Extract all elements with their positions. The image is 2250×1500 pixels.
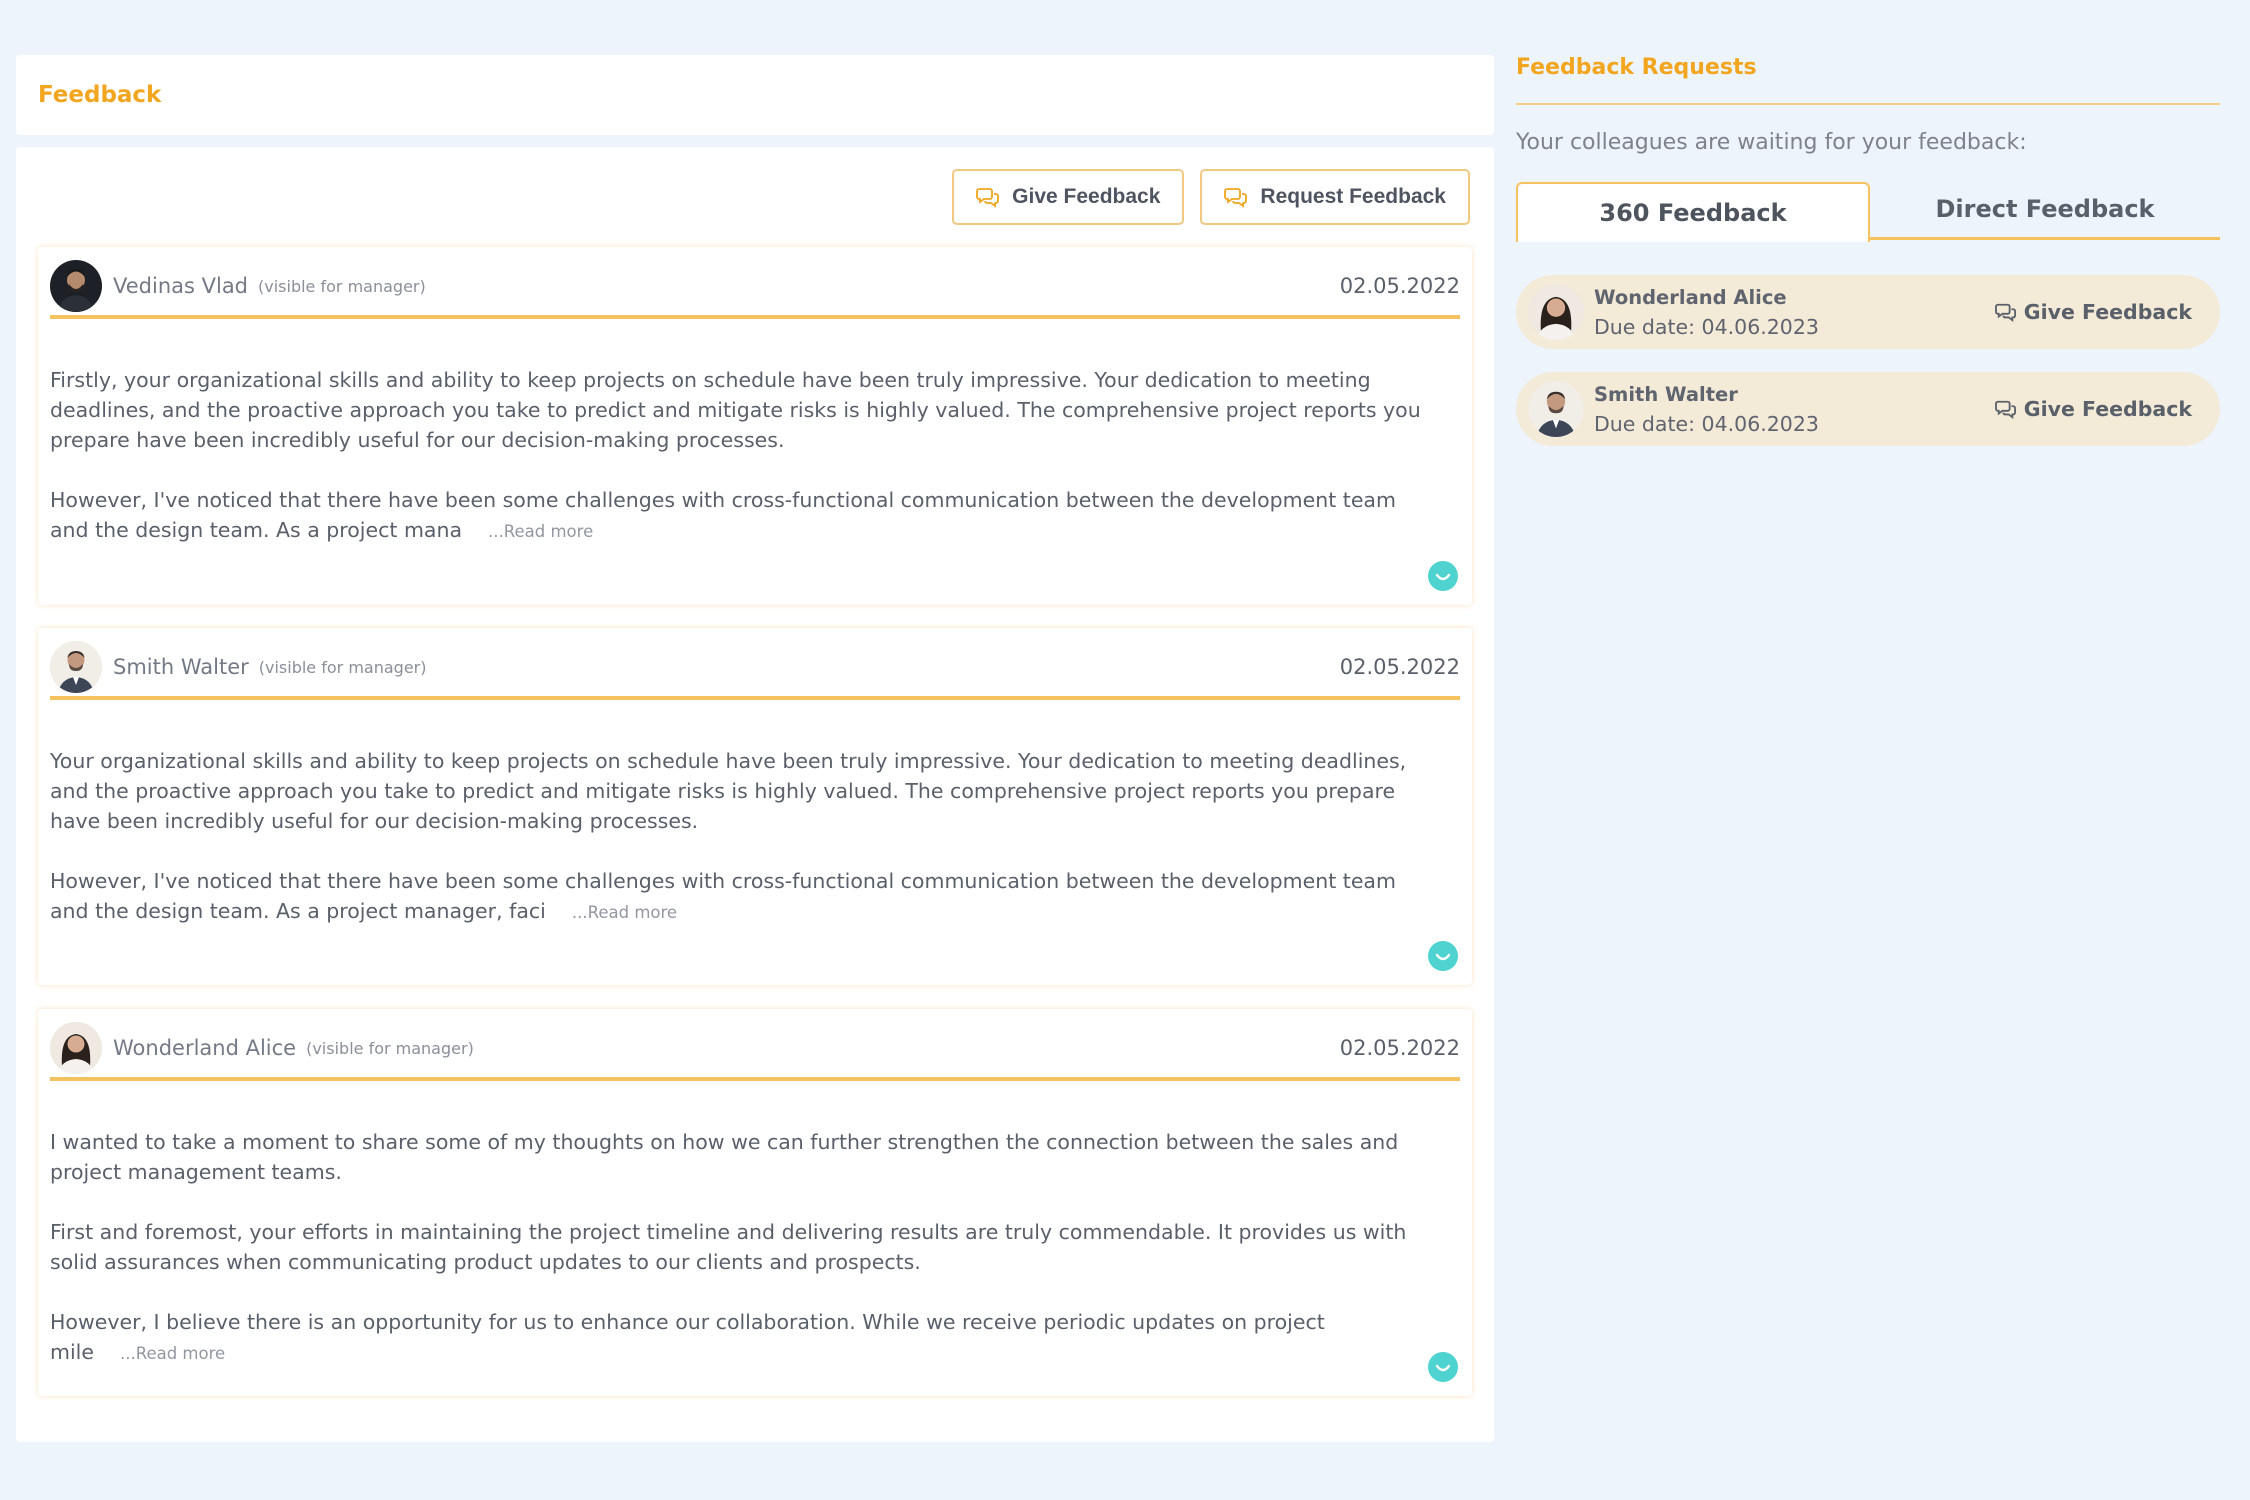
give-feedback-label: Give Feedback [2023, 300, 2192, 324]
feedback-paragraph-text: However, I believe there is an opportuni… [50, 1310, 1325, 1364]
feedback-paragraph-text: However, I've noticed that there have be… [50, 869, 1396, 923]
feedback-paragraph: Your organizational skills and ability t… [50, 749, 1407, 833]
request-name: Wonderland Alice [1594, 285, 1787, 309]
request-due-date: Due date: 04.06.2023 [1594, 411, 1819, 436]
visibility-note: (visible for manager) [258, 276, 426, 296]
chat-bubbles-icon [1224, 188, 1248, 208]
tab-direct-feedback[interactable]: Direct Feedback [1870, 180, 2220, 240]
avatar [1528, 284, 1584, 340]
feedback-paragraph: However, I believe there is an opportuni… [50, 1307, 1432, 1369]
feedback-author: Vedinas Vlad [113, 274, 249, 298]
request-feedback-button[interactable]: Request Feedback [1200, 169, 1470, 225]
give-feedback-label: Give Feedback [1012, 185, 1161, 208]
feedback-date: 02.05.2022 [1339, 274, 1460, 298]
feedback-actions: Give Feedback Request Feedback [952, 169, 1470, 225]
read-more-link[interactable]: ...Read more [120, 1344, 225, 1363]
avatar [1528, 381, 1584, 437]
page-title: Feedback [38, 82, 162, 108]
chat-bubbles-icon [1994, 400, 2016, 419]
give-feedback-link[interactable]: Give Feedback [1994, 397, 2192, 421]
request-item: Wonderland Alice Due date: 04.06.2023 Gi… [1516, 275, 2220, 349]
give-feedback-label: Give Feedback [2023, 397, 2192, 421]
feedback-text: I wanted to take a moment to share some … [50, 1127, 1432, 1369]
feedback-paragraph: I wanted to take a moment to share some … [50, 1130, 1399, 1184]
read-more-link[interactable]: ...Read more [572, 903, 677, 922]
read-more-link[interactable]: ...Read more [488, 522, 593, 541]
request-feedback-label: Request Feedback [1260, 185, 1446, 208]
requests-tabs: 360 Feedback Direct Feedback [1516, 180, 2220, 242]
feedback-card: Smith Walter (visible for manager) 02.05… [38, 628, 1472, 985]
smile-icon[interactable] [1428, 1352, 1458, 1382]
feedback-card-header: Smith Walter (visible for manager) 02.05… [50, 638, 1460, 700]
avatar [50, 260, 102, 312]
feedback-card-header: Vedinas Vlad (visible for manager) 02.05… [50, 257, 1460, 319]
feedback-card: Vedinas Vlad (visible for manager) 02.05… [38, 247, 1472, 605]
smile-icon[interactable] [1428, 941, 1458, 971]
requests-divider [1516, 103, 2220, 105]
feedback-text: Firstly, your organizational skills and … [50, 365, 1432, 547]
feedback-paragraph-text: However, I've noticed that there have be… [50, 488, 1396, 542]
requests-title: Feedback Requests [1516, 55, 1757, 80]
visibility-note: (visible for manager) [258, 657, 427, 677]
tab-360-feedback[interactable]: 360 Feedback [1516, 182, 1870, 242]
feedback-header: Feedback [16, 55, 1494, 135]
feedback-card-header: Wonderland Alice (visible for manager) 0… [50, 1019, 1460, 1081]
feedback-paragraph: However, I've noticed that there have be… [50, 866, 1432, 928]
smile-icon[interactable] [1428, 561, 1458, 591]
feedback-panel: Give Feedback Request Feedback Vedinas V… [16, 147, 1494, 1442]
feedback-author: Smith Walter [113, 655, 249, 679]
give-feedback-link[interactable]: Give Feedback [1994, 300, 2192, 324]
feedback-text: Your organizational skills and ability t… [50, 746, 1432, 928]
avatar [50, 1022, 102, 1074]
feedback-paragraph: Firstly, your organizational skills and … [50, 368, 1421, 452]
avatar [50, 641, 102, 693]
feedback-author: Wonderland Alice [113, 1036, 297, 1060]
request-name: Smith Walter [1594, 382, 1738, 406]
visibility-note: (visible for manager) [306, 1038, 474, 1058]
feedback-paragraph: However, I've noticed that there have be… [50, 485, 1432, 547]
request-item: Smith Walter Due date: 04.06.2023 Give F… [1516, 372, 2220, 446]
feedback-paragraph: First and foremost, your efforts in main… [50, 1220, 1407, 1274]
feedback-date: 02.05.2022 [1339, 655, 1460, 679]
request-info: Smith Walter Due date: 04.06.2023 [1594, 383, 1819, 436]
request-info: Wonderland Alice Due date: 04.06.2023 [1594, 286, 1819, 339]
feedback-date: 02.05.2022 [1339, 1036, 1460, 1060]
feedback-card: Wonderland Alice (visible for manager) 0… [38, 1009, 1472, 1396]
chat-bubbles-icon [1994, 303, 2016, 322]
request-due-date: Due date: 04.06.2023 [1594, 314, 1819, 339]
chat-bubbles-icon [976, 188, 1000, 208]
requests-subtitle: Your colleagues are waiting for your fee… [1516, 130, 2027, 155]
give-feedback-button[interactable]: Give Feedback [952, 169, 1185, 225]
